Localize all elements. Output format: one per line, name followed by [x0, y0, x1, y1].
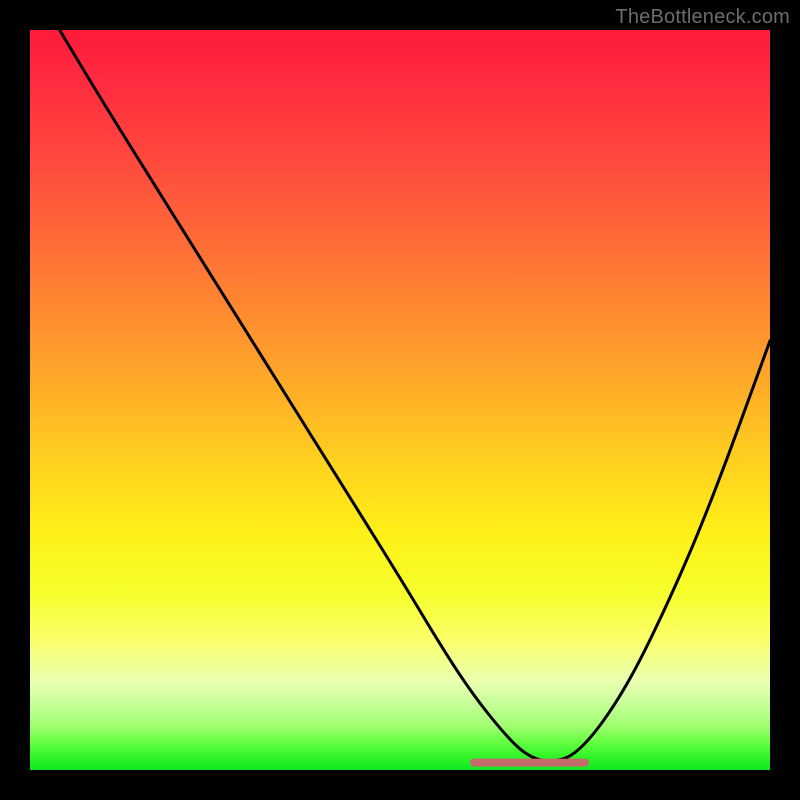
bottleneck-curve	[60, 30, 770, 761]
plot-area	[30, 30, 770, 770]
watermark-text: TheBottleneck.com	[615, 6, 790, 29]
chart-frame: TheBottleneck.com	[0, 0, 800, 800]
plot-svg	[30, 30, 770, 770]
